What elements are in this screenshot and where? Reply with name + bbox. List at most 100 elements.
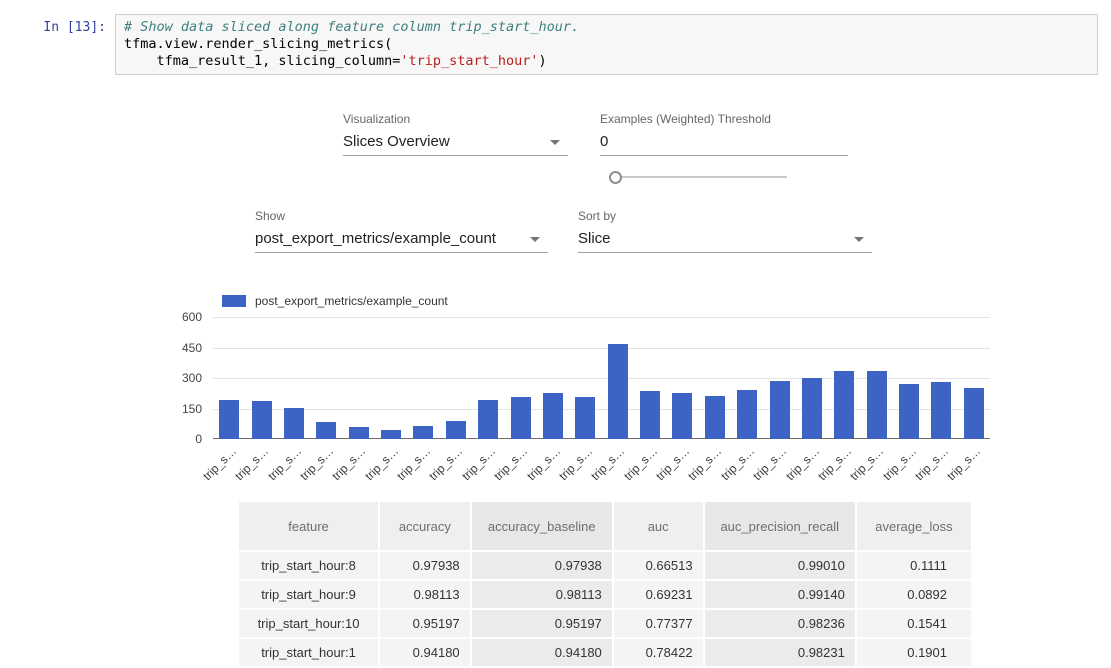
bar[interactable] bbox=[413, 426, 433, 439]
metric-cell: 0.66513 bbox=[614, 552, 703, 579]
bar[interactable] bbox=[931, 382, 951, 439]
bar-band bbox=[343, 317, 375, 439]
column-header: feature bbox=[239, 502, 378, 550]
x-tick-label: trip_s… bbox=[200, 444, 239, 483]
table-header-row: featureaccuracyaccuracy_baselineaucauc_p… bbox=[239, 502, 971, 550]
bar-band bbox=[731, 317, 763, 439]
threshold-control: Examples (Weighted) Threshold 0 bbox=[600, 112, 848, 156]
column-header: auc bbox=[614, 502, 703, 550]
chart-legend: post_export_metrics/example_count bbox=[222, 294, 448, 308]
bar[interactable] bbox=[834, 371, 854, 439]
y-tick-label: 600 bbox=[150, 310, 202, 324]
visualization-value: Slices Overview bbox=[343, 133, 450, 150]
bar[interactable] bbox=[867, 371, 887, 439]
visualization-select[interactable]: Slices Overview bbox=[343, 131, 568, 156]
cell-prompt: In [13]: bbox=[0, 20, 106, 35]
bar-chart-plot bbox=[213, 317, 990, 439]
show-label: Show bbox=[255, 209, 548, 223]
bar[interactable] bbox=[252, 401, 272, 439]
threshold-label: Examples (Weighted) Threshold bbox=[600, 112, 848, 126]
metric-cell: 0.98113 bbox=[472, 581, 612, 608]
bar-band bbox=[602, 317, 634, 439]
bar-band bbox=[472, 317, 504, 439]
x-tick: trip_s… bbox=[958, 442, 990, 484]
bar-band bbox=[763, 317, 795, 439]
bar[interactable] bbox=[381, 430, 401, 439]
bar[interactable] bbox=[964, 388, 984, 439]
metric-cell: 0.98236 bbox=[705, 610, 855, 637]
threshold-value: 0 bbox=[600, 133, 608, 150]
table-row: trip_start_hour:80.979380.979380.665130.… bbox=[239, 552, 971, 579]
bar[interactable] bbox=[478, 400, 498, 439]
y-tick-label: 450 bbox=[150, 341, 202, 355]
show-metric-select[interactable]: post_export_metrics/example_count bbox=[255, 228, 548, 253]
metrics-table: featureaccuracyaccuracy_baselineaucauc_p… bbox=[237, 500, 973, 668]
feature-cell: trip_start_hour:10 bbox=[239, 610, 378, 637]
metric-cell: 0.97938 bbox=[472, 552, 612, 579]
visualization-control: Visualization Slices Overview bbox=[343, 112, 568, 156]
table-row: trip_start_hour:90.981130.981130.692310.… bbox=[239, 581, 971, 608]
bar[interactable] bbox=[316, 422, 336, 439]
bar[interactable] bbox=[737, 390, 757, 439]
chevron-down-icon bbox=[550, 140, 560, 145]
metric-cell: 0.99010 bbox=[705, 552, 855, 579]
bar-band bbox=[925, 317, 957, 439]
show-metric-value: post_export_metrics/example_count bbox=[255, 230, 496, 247]
bar[interactable] bbox=[284, 408, 304, 439]
bar[interactable] bbox=[802, 378, 822, 439]
bar[interactable] bbox=[511, 397, 531, 439]
bar-band bbox=[666, 317, 698, 439]
slider-track[interactable] bbox=[616, 176, 787, 178]
bar[interactable] bbox=[219, 400, 239, 439]
bar-band bbox=[278, 317, 310, 439]
bar[interactable] bbox=[705, 396, 725, 439]
table-row: trip_start_hour:100.951970.951970.773770… bbox=[239, 610, 971, 637]
metric-cell: 0.77377 bbox=[614, 610, 703, 637]
bar[interactable] bbox=[899, 384, 919, 439]
sort-by-select[interactable]: Slice bbox=[578, 228, 872, 253]
bar[interactable] bbox=[672, 393, 692, 439]
column-header: accuracy bbox=[380, 502, 470, 550]
bar[interactable] bbox=[575, 397, 595, 439]
threshold-slider[interactable] bbox=[609, 170, 787, 184]
page: In [13]: # Show data sliced along featur… bbox=[0, 0, 1111, 668]
bar-band bbox=[245, 317, 277, 439]
column-header: auc_precision_recall bbox=[705, 502, 855, 550]
bar-band bbox=[440, 317, 472, 439]
code-editor[interactable]: # Show data sliced along feature column … bbox=[115, 14, 1098, 75]
bar-band bbox=[569, 317, 601, 439]
bar-band bbox=[699, 317, 731, 439]
metric-cell: 0.0892 bbox=[857, 581, 971, 608]
visualization-label: Visualization bbox=[343, 112, 568, 126]
bar[interactable] bbox=[640, 391, 660, 439]
chevron-down-icon bbox=[530, 237, 540, 242]
bar[interactable] bbox=[770, 381, 790, 439]
bar-band bbox=[375, 317, 407, 439]
metric-cell: 0.69231 bbox=[614, 581, 703, 608]
y-tick-label: 300 bbox=[150, 371, 202, 385]
metric-cell: 0.99140 bbox=[705, 581, 855, 608]
metric-cell: 0.98113 bbox=[380, 581, 470, 608]
bar-band bbox=[796, 317, 828, 439]
sort-by-value: Slice bbox=[578, 230, 611, 247]
y-axis: 0150300450600 bbox=[150, 317, 202, 439]
code-close-paren: ) bbox=[539, 53, 547, 69]
code-call-line: tfma.view.render_slicing_metrics( bbox=[124, 36, 392, 52]
bar-band bbox=[828, 317, 860, 439]
code-comment: # Show data sliced along feature column … bbox=[124, 19, 579, 35]
bar-band bbox=[634, 317, 666, 439]
bar[interactable] bbox=[349, 427, 369, 439]
bar-band bbox=[861, 317, 893, 439]
code-string-literal: 'trip_start_hour' bbox=[400, 53, 538, 69]
metric-cell: 0.1541 bbox=[857, 610, 971, 637]
bar[interactable] bbox=[543, 393, 563, 439]
metric-cell: 0.1901 bbox=[857, 639, 971, 666]
bar[interactable] bbox=[446, 421, 466, 439]
show-metric-control: Show post_export_metrics/example_count bbox=[255, 209, 548, 253]
slider-thumb[interactable] bbox=[609, 171, 622, 184]
y-tick-label: 150 bbox=[150, 402, 202, 416]
bar-series bbox=[213, 317, 990, 439]
bar[interactable] bbox=[608, 344, 628, 439]
bar-band bbox=[213, 317, 245, 439]
threshold-input[interactable]: 0 bbox=[600, 131, 848, 156]
